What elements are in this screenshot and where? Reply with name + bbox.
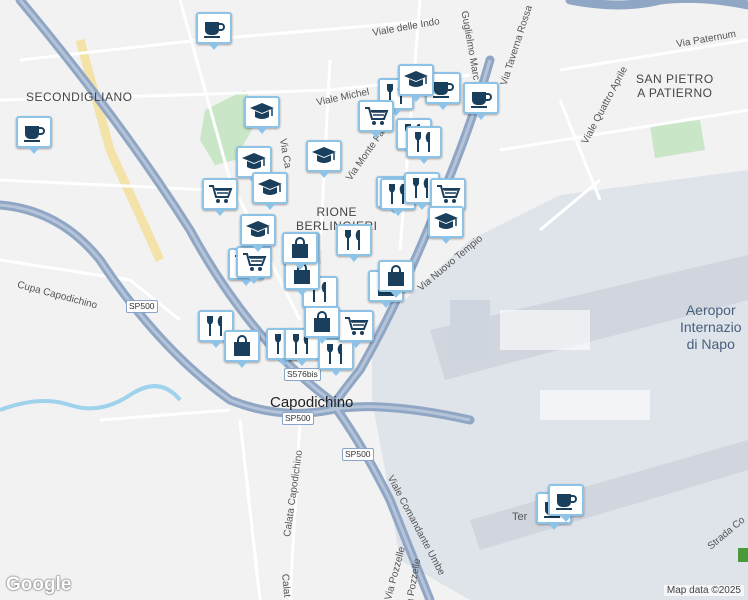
coffee-icon [468, 86, 494, 110]
map-pin-shopping-bag[interactable] [304, 306, 340, 344]
road-shield: SP500 [126, 300, 158, 313]
school-icon [257, 176, 283, 200]
map-pin-coffee[interactable] [16, 116, 52, 154]
shopping-bag-icon [287, 236, 313, 260]
school-icon [241, 150, 267, 174]
map-pin-coffee[interactable] [463, 82, 499, 120]
map-pin-restaurant[interactable] [336, 224, 372, 262]
cart-icon [241, 250, 267, 274]
coffee-icon [21, 120, 47, 144]
map-pin-school[interactable] [428, 206, 464, 244]
map-pin-restaurant[interactable] [406, 126, 442, 164]
shopping-bag-icon [309, 310, 335, 334]
apron [500, 310, 590, 350]
place-label-capodichino: Capodichino [270, 394, 354, 411]
map-attribution[interactable]: Map data ©2025 [663, 585, 744, 596]
map-pin-coffee[interactable] [548, 484, 584, 522]
school-icon [245, 218, 271, 242]
map-pin-shopping-bag[interactable] [378, 260, 414, 298]
map-pin-cart[interactable] [338, 310, 374, 348]
google-logo: Google [6, 574, 72, 595]
map-pin-school[interactable] [252, 172, 288, 210]
map-pin-school[interactable] [244, 96, 280, 134]
restaurant-icon [411, 130, 437, 154]
main-street [75, 38, 165, 262]
map-pin-school[interactable] [240, 214, 276, 252]
river [0, 384, 182, 412]
coffee-icon [201, 16, 227, 40]
place-label-terminal: Ter [512, 511, 528, 523]
area-label-secondigliano: SECONDIGLIANO [26, 90, 133, 104]
road-shield: SP500 [342, 448, 374, 461]
school-icon [433, 210, 459, 234]
place-label-airport: Aeropor Internazio di Napo [680, 302, 742, 352]
street-label: Calat [279, 573, 293, 598]
map-pin-cart[interactable] [358, 100, 394, 138]
cart-icon [435, 182, 461, 206]
road-shield: SP500 [282, 412, 314, 425]
map-pin-shopping-bag[interactable] [224, 330, 260, 368]
road-shield: S576bis [284, 368, 321, 381]
cart-icon [363, 104, 389, 128]
exit-marker [738, 548, 748, 562]
school-icon [403, 68, 429, 92]
apron-2 [540, 390, 650, 420]
shopping-bag-icon [383, 264, 409, 288]
map-pin-cart[interactable] [202, 178, 238, 216]
map-pin-shopping-bag[interactable] [282, 232, 318, 270]
restaurant-icon [323, 342, 349, 366]
terminal-block [450, 300, 490, 360]
cart-icon [207, 182, 233, 206]
cart-icon [343, 314, 369, 338]
map-pin-school[interactable] [306, 140, 342, 178]
restaurant-icon [341, 228, 367, 252]
map-pin-school[interactable] [398, 64, 434, 102]
area-label-san-pietro: SAN PIETRO A PATIERNO [636, 72, 714, 100]
map-canvas[interactable]: SECONDIGLIANO SAN PIETRO A PATIERNO RION… [0, 0, 748, 600]
school-icon [249, 100, 275, 124]
coffee-icon [553, 488, 579, 512]
school-icon [311, 144, 337, 168]
map-pin-coffee[interactable] [196, 12, 232, 50]
shopping-bag-icon [229, 334, 255, 358]
